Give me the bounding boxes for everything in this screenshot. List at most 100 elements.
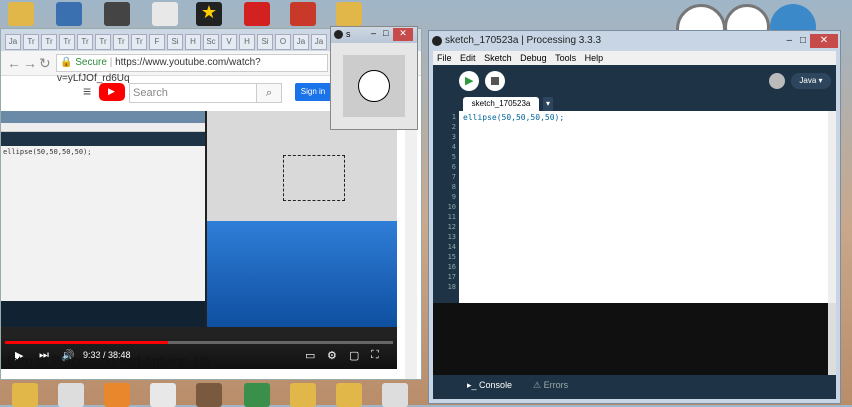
- desktop-file-icon[interactable]: [152, 2, 178, 26]
- console-scrollbar[interactable]: [828, 303, 836, 375]
- browser-tab[interactable]: Tr: [41, 34, 57, 50]
- desktop-folder5-icon[interactable]: [336, 383, 362, 407]
- browser-tab[interactable]: Ja: [311, 34, 327, 50]
- progress-bar[interactable]: [5, 341, 393, 344]
- url-field[interactable]: 🔒 Secure | https://www.youtube.com/watch…: [56, 54, 328, 84]
- code-editor[interactable]: 1 2 3 4 5 6 7 8 9 10 11 12 13 14 15 16 17 18 ellipse(50,5…: [433, 111, 836, 303]
- ide-title: sketch_170523a | Processing 3.3.3: [445, 35, 602, 46]
- browser-tab[interactable]: Tr: [95, 34, 111, 50]
- video-player[interactable]: ellipse(50,50,50,50); ▶ ⏭ 🔊 9:33 / 38:48…: [1, 111, 397, 369]
- line-number: 1: [451, 113, 456, 121]
- browser-tab[interactable]: Tr: [59, 34, 75, 50]
- browser-tab[interactable]: Ja: [293, 34, 309, 50]
- editor-tab-label: sketch_170523a: [471, 99, 531, 108]
- mode-label: Java: [799, 76, 817, 85]
- desktop-image-icon[interactable]: [196, 383, 222, 407]
- errors-tab[interactable]: ⚠ Errors: [533, 380, 568, 391]
- line-number: 16: [447, 263, 456, 271]
- browser-tab[interactable]: Si: [257, 34, 273, 50]
- sketch-window-title: s: [346, 29, 351, 39]
- tab-menu-button[interactable]: ▾: [543, 97, 553, 111]
- line-number: 17: [447, 273, 456, 281]
- forward-icon[interactable]: →: [23, 55, 37, 71]
- sign-in-button[interactable]: Sign in: [295, 83, 331, 101]
- ide-minimize-button[interactable]: –: [786, 31, 792, 51]
- desktop-file2-icon[interactable]: [58, 383, 84, 407]
- sign-in-label: Sign in: [300, 87, 326, 96]
- line-number-gutter: 1 2 3 4 5 6 7 8 9 10 11 12 13 14 15 16 17 18: [433, 111, 459, 303]
- line-number: 6: [451, 163, 456, 171]
- browser-tab[interactable]: Tr: [23, 34, 39, 50]
- console-area: [433, 303, 836, 375]
- browser-tab[interactable]: H: [185, 34, 201, 50]
- ide-close-button[interactable]: ✕: [810, 34, 838, 48]
- menu-help[interactable]: Help: [585, 53, 604, 63]
- close-button[interactable]: ✕: [393, 28, 413, 41]
- search-button[interactable]: ⌕: [256, 83, 282, 103]
- desktop-folder4-icon[interactable]: [290, 383, 316, 407]
- subtitles-icon[interactable]: ▭: [305, 349, 315, 362]
- editor-tab[interactable]: sketch_170523a: [463, 97, 539, 111]
- menu-debug[interactable]: Debug: [520, 53, 547, 63]
- desktop-book-icon[interactable]: [290, 2, 316, 26]
- editor-scrollbar[interactable]: [828, 111, 836, 303]
- youtube-search-input[interactable]: Search: [129, 83, 257, 103]
- line-number: 13: [447, 233, 456, 241]
- miniplayer-icon[interactable]: ▢: [349, 349, 359, 362]
- sketch-canvas: [343, 55, 405, 117]
- fullscreen-icon[interactable]: ⛶: [371, 349, 379, 362]
- run-button[interactable]: ▶: [459, 71, 479, 91]
- line-number: 11: [447, 213, 456, 221]
- line-number: 15: [447, 253, 456, 261]
- desktop-app-icon[interactable]: [56, 2, 82, 26]
- desktop-app2-icon[interactable]: [104, 383, 130, 407]
- youtube-logo-icon[interactable]: ▶: [99, 83, 125, 101]
- minimize-button[interactable]: –: [371, 28, 376, 38]
- stop-button[interactable]: [485, 71, 505, 91]
- browser-tab[interactable]: F: [149, 34, 165, 50]
- desktop-file4-icon[interactable]: [382, 383, 408, 407]
- desktop-folder-icon[interactable]: [8, 2, 34, 26]
- desktop-book2-icon[interactable]: [244, 383, 270, 407]
- menu-sketch[interactable]: Sketch: [484, 53, 512, 63]
- browser-tab[interactable]: Tr: [131, 34, 147, 50]
- search-placeholder: Search: [133, 87, 168, 99]
- desktop-inkscape-icon[interactable]: [104, 2, 130, 26]
- console-tab[interactable]: ▸_ Console: [467, 380, 512, 391]
- desktop-folder3-icon[interactable]: [12, 383, 38, 407]
- ellipse-shape: [358, 70, 390, 102]
- desktop-file3-icon[interactable]: [150, 383, 176, 407]
- reload-icon[interactable]: ↻: [39, 55, 51, 72]
- desktop-red-app-icon[interactable]: [244, 2, 270, 26]
- browser-tab[interactable]: Sc: [203, 34, 219, 50]
- chrome-scrollbar[interactable]: [405, 111, 417, 379]
- menu-file[interactable]: File: [437, 53, 452, 63]
- menu-edit[interactable]: Edit: [460, 53, 476, 63]
- console-tab-label: Console: [479, 380, 513, 390]
- menu-tools[interactable]: Tools: [555, 53, 576, 63]
- warning-icon: ⚠: [533, 380, 542, 390]
- processing-title-icon: [432, 36, 442, 46]
- secure-label: Secure: [75, 57, 107, 68]
- line-number: 4: [451, 143, 456, 151]
- browser-tab[interactable]: V: [221, 34, 237, 50]
- menu-icon[interactable]: ≡: [83, 83, 91, 99]
- back-icon[interactable]: ←: [7, 55, 21, 71]
- debugger-icon[interactable]: [769, 73, 785, 89]
- video-code-text: ellipse(50,50,50,50);: [3, 148, 92, 156]
- browser-tab[interactable]: O: [275, 34, 291, 50]
- browser-tab[interactable]: Tr: [77, 34, 93, 50]
- mode-selector[interactable]: Java ▾: [791, 73, 831, 89]
- line-number: 9: [451, 193, 456, 201]
- maximize-button[interactable]: □: [383, 28, 388, 38]
- desktop-star-icon[interactable]: ★: [196, 2, 222, 26]
- browser-tab[interactable]: Ja: [5, 34, 21, 50]
- browser-tab[interactable]: H: [239, 34, 255, 50]
- errors-tab-label: Errors: [543, 380, 569, 390]
- desktop-folder2-icon[interactable]: [336, 2, 362, 26]
- browser-tab[interactable]: Tr: [113, 34, 129, 50]
- settings-icon[interactable]: ⚙: [327, 349, 337, 362]
- browser-tab[interactable]: Si: [167, 34, 183, 50]
- ide-maximize-button[interactable]: □: [800, 31, 806, 51]
- code-line-1[interactable]: ellipse(50,50,50,50);: [463, 113, 564, 122]
